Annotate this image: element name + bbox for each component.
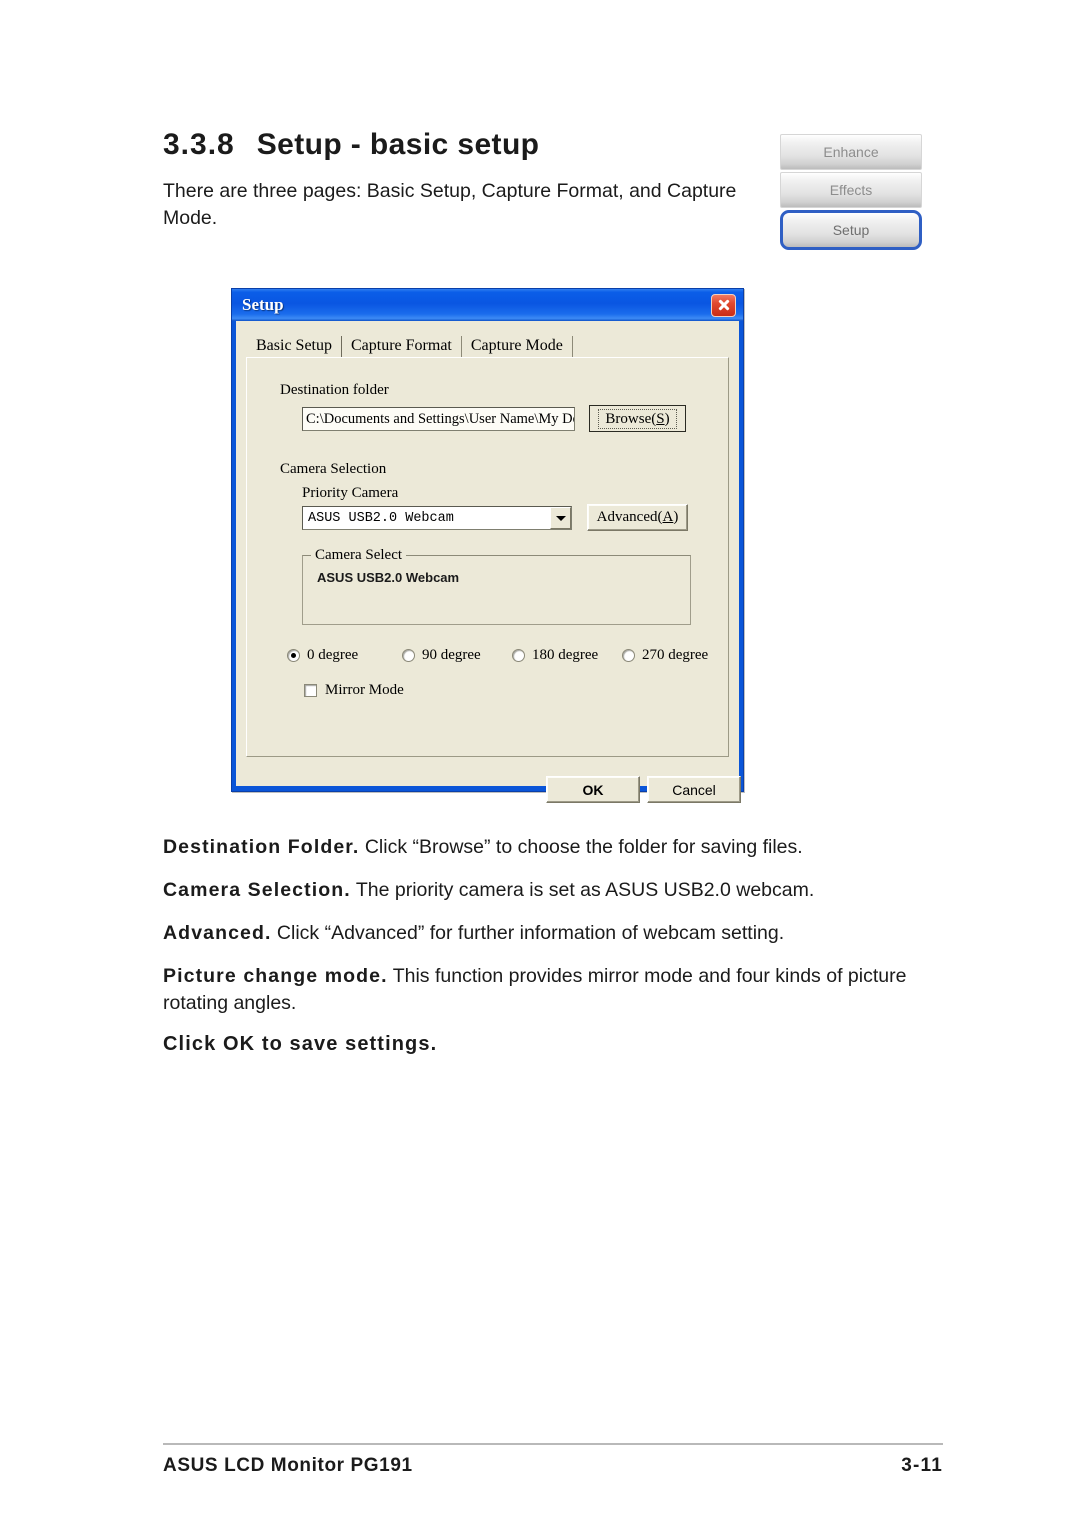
description-term: Advanced. bbox=[163, 922, 272, 944]
tab-capture-format[interactable]: Capture Format bbox=[342, 336, 462, 357]
list-item[interactable]: ASUS USB2.0 Webcam bbox=[317, 570, 459, 585]
description-list: Destination Folder. Click “Browse” to ch… bbox=[163, 834, 943, 1056]
description-text: Click “Advanced” for further information… bbox=[271, 922, 785, 944]
browse-label-end: ) bbox=[664, 410, 670, 427]
dialog-title: Setup bbox=[242, 295, 284, 314]
sidebar-item-effects[interactable]: Effects bbox=[780, 172, 922, 208]
description-camera-selection: Camera Selection. The priority camera is… bbox=[163, 877, 943, 904]
camera-selection-label: Camera Selection bbox=[280, 461, 387, 477]
footer-page-number: 3-11 bbox=[901, 1455, 943, 1476]
description-advanced: Advanced. Click “Advanced” for further i… bbox=[163, 920, 943, 947]
setup-dialog: Setup Basic Setup Capture Format Capture… bbox=[231, 288, 744, 803]
checkbox-indicator-icon bbox=[304, 684, 317, 697]
radio-indicator-icon bbox=[402, 649, 415, 662]
priority-camera-label: Priority Camera bbox=[302, 485, 399, 501]
radio-label: 270 degree bbox=[642, 647, 709, 663]
chevron-down-icon[interactable] bbox=[550, 507, 571, 529]
description-picture-change-mode: Picture change mode. This function provi… bbox=[163, 963, 943, 1017]
document-page: 3.3.8 Setup - basic setup There are three… bbox=[0, 0, 1080, 1528]
sidebar-item-label: Setup bbox=[832, 222, 870, 238]
intro-paragraph: There are three pages: Basic Setup, Capt… bbox=[163, 180, 737, 229]
cancel-label: Cancel bbox=[672, 781, 716, 798]
mirror-mode-checkbox[interactable]: Mirror Mode bbox=[304, 682, 404, 699]
radio-90-degree[interactable]: 90 degree bbox=[402, 647, 481, 664]
footer-divider bbox=[163, 1443, 943, 1445]
description-destination-folder: Destination Folder. Click “Browse” to ch… bbox=[163, 834, 943, 861]
tab-panel-basic-setup: Destination folder C:\Documents and Sett… bbox=[246, 357, 729, 757]
section-title: Setup - basic setup bbox=[256, 128, 540, 161]
advanced-label-end: ) bbox=[673, 509, 679, 525]
description-term: Camera Selection. bbox=[163, 879, 351, 901]
browse-accel: S bbox=[656, 410, 665, 427]
radio-270-degree[interactable]: 270 degree bbox=[622, 647, 708, 664]
tab-label: Capture Format bbox=[351, 337, 452, 354]
dialog-tabstrip: Basic Setup Capture Format Capture Mode bbox=[247, 333, 573, 357]
radio-indicator-icon bbox=[287, 649, 300, 662]
camera-select-groupbox: Camera Select ASUS USB2.0 Webcam bbox=[302, 547, 691, 625]
radio-indicator-icon bbox=[512, 649, 525, 662]
section-number: 3.3.8 bbox=[163, 128, 235, 161]
destination-folder-label: Destination folder bbox=[280, 382, 389, 398]
description-term: Destination Folder. bbox=[163, 836, 360, 858]
tab-label: Capture Mode bbox=[470, 337, 563, 354]
sidebar-item-label: Enhance bbox=[823, 144, 879, 160]
dialog-titlebar: Setup bbox=[232, 289, 743, 321]
radio-label: 0 degree bbox=[307, 647, 359, 663]
dialog-body: Basic Setup Capture Format Capture Mode … bbox=[236, 321, 741, 803]
description-text: The priority camera is set as ASUS USB2.… bbox=[350, 879, 815, 901]
mode-button-group: Enhance Effects Setup bbox=[780, 134, 922, 252]
page-title: 3.3.8 Setup - basic setup bbox=[163, 128, 539, 162]
advanced-accel: A bbox=[662, 509, 674, 525]
close-icon[interactable] bbox=[711, 293, 736, 317]
radio-180-degree[interactable]: 180 degree bbox=[512, 647, 598, 664]
ok-button[interactable]: OK bbox=[546, 776, 640, 803]
radio-label: 180 degree bbox=[532, 647, 599, 663]
closing-instruction: Click OK to save settings. bbox=[163, 1033, 438, 1055]
advanced-label: Advanced( bbox=[596, 509, 663, 525]
ok-label: OK bbox=[582, 781, 604, 798]
description-term: Picture change mode. bbox=[163, 965, 388, 987]
cancel-button[interactable]: Cancel bbox=[647, 776, 741, 803]
tab-label: Basic Setup bbox=[256, 337, 332, 354]
radio-indicator-icon bbox=[622, 649, 635, 662]
sidebar-item-label: Effects bbox=[829, 182, 873, 198]
tab-basic-setup[interactable]: Basic Setup bbox=[247, 336, 342, 357]
advanced-button[interactable]: Advanced(A) bbox=[587, 504, 688, 531]
camera-select-group-title: Camera Select bbox=[311, 547, 407, 564]
destination-path-input[interactable]: C:\Documents and Settings\User Name\My D… bbox=[302, 407, 575, 431]
radio-label: 90 degree bbox=[422, 647, 481, 663]
sidebar-item-setup[interactable]: Setup bbox=[780, 210, 922, 250]
radio-0-degree[interactable]: 0 degree bbox=[287, 647, 358, 664]
priority-camera-select[interactable]: ASUS USB2.0 Webcam bbox=[302, 506, 572, 530]
tab-capture-mode[interactable]: Capture Mode bbox=[462, 336, 573, 357]
browse-button[interactable]: Browse(S) bbox=[589, 405, 686, 432]
description-text: Click “Browse” to choose the folder for … bbox=[359, 836, 803, 858]
mirror-mode-label: Mirror Mode bbox=[325, 682, 404, 698]
sidebar-item-enhance[interactable]: Enhance bbox=[780, 134, 922, 170]
priority-camera-value: ASUS USB2.0 Webcam bbox=[308, 510, 454, 526]
browse-label: Browse( bbox=[605, 410, 657, 427]
